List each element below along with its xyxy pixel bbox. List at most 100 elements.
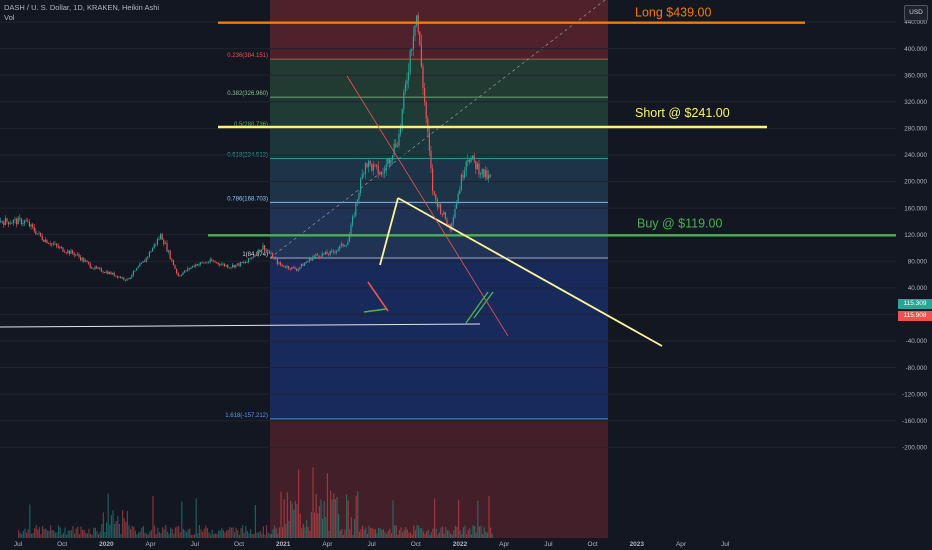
volume-bar	[362, 525, 364, 538]
volume-bar	[170, 527, 172, 538]
candle-body	[251, 257, 253, 259]
long-label: Long $439.00	[635, 6, 712, 20]
candle-body	[326, 251, 328, 255]
candle-body	[185, 270, 187, 272]
volume-bar	[230, 527, 232, 538]
fib-zone	[270, 127, 608, 159]
volume-bar	[456, 526, 458, 538]
volume-bar	[117, 516, 119, 538]
candle-body	[355, 202, 357, 216]
volume-bar	[347, 500, 349, 538]
volume-bar	[486, 532, 488, 538]
volume-bar	[483, 527, 485, 538]
volume-bar	[254, 504, 256, 538]
volume-bar	[243, 532, 245, 538]
volume-bar	[422, 531, 424, 538]
volume-bar	[178, 526, 180, 538]
price-chart[interactable]: 0(476.598)0.236(384.151)0.382(326.960)0.…	[0, 0, 932, 550]
candle-body	[169, 250, 171, 260]
volume-bar	[293, 509, 295, 538]
candle-body	[468, 160, 470, 163]
candle-body	[11, 222, 13, 224]
y-tick-label: 360.000	[904, 72, 927, 79]
y-tick-label: 400.000	[904, 46, 927, 53]
volume-bar	[448, 530, 450, 538]
volume-bar	[29, 504, 31, 538]
candle-body	[219, 264, 221, 266]
candle-body	[320, 257, 322, 258]
volume-bar	[358, 531, 360, 538]
volume-bar	[368, 525, 370, 538]
candle-body	[46, 239, 48, 244]
volume-bar	[294, 501, 296, 538]
candle-body	[388, 159, 390, 164]
volume-bar	[477, 500, 479, 538]
volume-bar	[51, 530, 53, 538]
candle-body	[337, 248, 339, 251]
candle-body	[233, 264, 235, 268]
candle-body	[299, 267, 301, 269]
volume-bar	[472, 525, 474, 538]
candle-body	[432, 168, 434, 192]
volume-bar	[366, 534, 368, 538]
y-tick-label: -160.000	[902, 418, 927, 425]
volume-bar	[394, 525, 396, 538]
candle-body	[433, 191, 435, 195]
candle-body	[452, 217, 454, 224]
candle-body	[259, 249, 261, 252]
volume-bar	[322, 519, 324, 538]
candle-body	[286, 266, 288, 268]
volume-bar	[133, 526, 135, 538]
fib-level-label: 0.786(168.703)	[227, 196, 268, 202]
candle-body	[132, 271, 134, 276]
candle-body	[427, 118, 429, 133]
candle-body	[72, 250, 74, 254]
candle-body	[236, 263, 238, 265]
x-tick-label: Jul	[14, 541, 23, 548]
volume-bar	[381, 529, 383, 538]
volume-bar	[195, 498, 197, 538]
volume-bar	[106, 522, 108, 538]
volume-bar	[50, 525, 52, 538]
candle-body	[137, 266, 139, 269]
volume-bar	[344, 529, 346, 538]
buy-label: Buy @ $119.00	[637, 216, 722, 230]
candle-body	[241, 262, 243, 263]
candle-body	[462, 175, 464, 178]
candle-body	[262, 245, 264, 250]
candle-body	[129, 277, 131, 280]
volume-bar	[203, 528, 205, 538]
volume-bar	[86, 533, 88, 538]
chart-legend: DASH / U. S. Dollar, 1D, KRAKEN, Heikin …	[4, 3, 159, 23]
candle-body	[49, 243, 51, 245]
candle-body	[249, 258, 251, 259]
volume-bar	[56, 532, 58, 538]
short-label: Short @ $241.00	[635, 106, 730, 120]
candle-body	[264, 245, 266, 251]
y-tick-label: 200.000	[904, 179, 927, 186]
volume-bar	[443, 533, 445, 538]
volume-bar	[37, 529, 39, 538]
volume-bar	[53, 530, 55, 538]
volume-bar	[304, 527, 306, 538]
volume-bar	[430, 532, 432, 538]
volume-bar	[365, 527, 367, 538]
volume-bar	[406, 529, 408, 538]
volume-bar	[301, 528, 303, 538]
volume-bar	[435, 528, 437, 538]
candle-body	[56, 243, 58, 246]
volume-bar	[336, 496, 338, 538]
y-axis: 560.000520.000480.000440.000400.000360.0…	[896, 0, 932, 550]
candle-body	[272, 253, 274, 259]
volume-bar	[152, 496, 154, 538]
candle-body	[38, 232, 40, 234]
candle-body	[376, 164, 378, 166]
y-tick-label: -200.000	[902, 445, 927, 452]
volume-bar	[234, 532, 236, 538]
candle-body	[203, 262, 205, 264]
candle-body	[110, 272, 112, 275]
volume-bar	[85, 532, 87, 538]
currency-button[interactable]: USD	[904, 5, 928, 21]
candle-body	[182, 272, 184, 275]
volume-bar	[24, 528, 26, 538]
